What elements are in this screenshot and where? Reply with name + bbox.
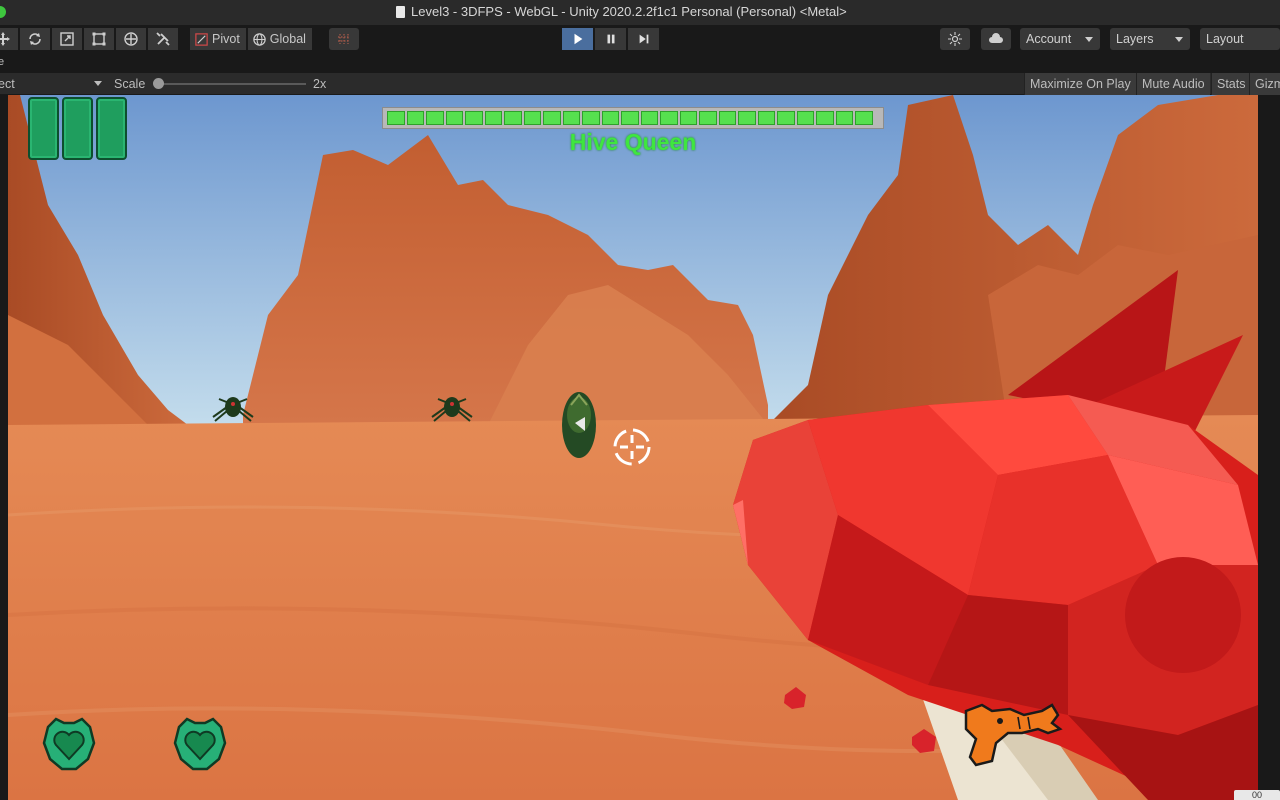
pivot-icon: [195, 32, 208, 46]
boss-health-segment: [504, 111, 522, 125]
tab-strip: e: [0, 53, 1280, 73]
boss-health-segment: [855, 111, 873, 125]
boss-health-segment: [796, 111, 814, 125]
boss-health-segment: [426, 111, 444, 125]
heart-shield-icon: [173, 717, 227, 771]
rotate-tool-button[interactable]: [20, 28, 50, 50]
chevron-down-icon: [1085, 37, 1093, 42]
boss-health-segment: [738, 111, 756, 125]
move-icon: [0, 32, 10, 46]
transform-tools: [0, 28, 178, 50]
custom-tool-button[interactable]: [148, 28, 178, 50]
boss-health-segment: [777, 111, 795, 125]
account-label: Account: [1026, 32, 1072, 46]
layout-label: Layout: [1206, 32, 1244, 46]
game-view-toolbar: ect Scale 2x Maximize On Play Mute Audio…: [0, 73, 1280, 95]
pause-button[interactable]: [595, 28, 626, 50]
boss-health-bar: [382, 107, 884, 129]
boss-health-segment: [406, 111, 424, 125]
corner-badge: 00: [1234, 790, 1280, 800]
boss-health-segment: [640, 111, 658, 125]
health-block: [28, 97, 59, 160]
boss-health-segment: [465, 111, 483, 125]
rect-icon: [92, 32, 106, 46]
game-viewport[interactable]: Hive Queen: [8, 95, 1258, 800]
boss-health-segment: [660, 111, 678, 125]
boss-health-segment: [562, 111, 580, 125]
boss-health-segment: [387, 111, 405, 125]
playmode-controls: [562, 28, 659, 50]
aspect-dropdown[interactable]: ect: [0, 77, 15, 91]
boss-health-segment: [757, 111, 775, 125]
scale-value: 2x: [313, 77, 327, 91]
mute-audio-toggle[interactable]: Mute Audio: [1136, 73, 1210, 95]
pivot-label: Pivot: [212, 32, 240, 46]
cloud-button[interactable]: [981, 28, 1011, 50]
grid-snap-button[interactable]: [329, 28, 359, 50]
step-button[interactable]: [628, 28, 659, 50]
pivot-button[interactable]: Pivot: [190, 28, 246, 50]
boss-health-segment: [699, 111, 717, 125]
layout-dropdown[interactable]: Layout: [1200, 28, 1280, 50]
layers-label: Layers: [1116, 32, 1154, 46]
scale-label: Scale: [114, 77, 146, 91]
play-icon: [574, 33, 582, 45]
tools-icon: [156, 32, 170, 46]
boss-health-segment: [582, 111, 600, 125]
scale-slider-track[interactable]: [158, 83, 306, 85]
document-icon: [396, 6, 405, 18]
boss-health-segment: [445, 111, 463, 125]
maximize-on-play-toggle[interactable]: Maximize On Play: [1024, 73, 1136, 95]
global-label: Global: [269, 32, 306, 46]
pivot-global-toggle: Pivot Global: [190, 28, 312, 50]
step-icon: [639, 34, 648, 44]
globe-icon: [253, 32, 266, 46]
scale-tool-button[interactable]: [52, 28, 82, 50]
game-scene: [8, 95, 1258, 800]
boss-health-segment: [679, 111, 697, 125]
collab-button[interactable]: [940, 28, 970, 50]
play-button[interactable]: [562, 28, 593, 50]
window-titlebar: Level3 - 3DFPS - WebGL - Unity 2020.2.2f…: [0, 0, 1280, 25]
window-zoom-button[interactable]: [0, 6, 6, 18]
pause-icon: [607, 34, 614, 44]
heart-shield-icon: [42, 717, 96, 771]
rect-tool-button[interactable]: [84, 28, 114, 50]
global-button[interactable]: Global: [247, 28, 312, 50]
boss-health-segment: [816, 111, 834, 125]
window-title: Level3 - 3DFPS - WebGL - Unity 2020.2.2f…: [411, 4, 847, 19]
game-tab-label[interactable]: e: [0, 56, 4, 68]
boss-health-segment: [601, 111, 619, 125]
boss-health-segment: [718, 111, 736, 125]
boss-name: Hive Queen: [569, 129, 697, 155]
grid-snap-icon: [338, 34, 350, 44]
sun-icon: [948, 32, 962, 46]
gizmos-toggle[interactable]: Gizm: [1249, 73, 1280, 95]
scale-slider-thumb[interactable]: [153, 78, 164, 89]
cloud-icon: [989, 33, 1003, 43]
hive-queen-enemy: [562, 392, 596, 458]
scale-icon: [60, 32, 74, 46]
orange-raygun-icon: [964, 703, 1063, 767]
boss-health-segment: [621, 111, 639, 125]
chevron-down-icon: [1175, 37, 1183, 42]
boss-health-segment: [835, 111, 853, 125]
layers-dropdown[interactable]: Layers: [1110, 28, 1190, 50]
move-tool-button[interactable]: [0, 28, 18, 50]
stats-toggle[interactable]: Stats: [1211, 73, 1251, 95]
boss-health-segment: [543, 111, 561, 125]
rotate-icon: [29, 33, 41, 45]
health-block: [62, 97, 93, 160]
main-toolbar: Pivot Global Account Layers Layout: [0, 25, 1280, 53]
boss-health-fill: [387, 111, 873, 125]
boss-health-segment: [484, 111, 502, 125]
account-dropdown[interactable]: Account: [1020, 28, 1100, 50]
health-block: [96, 97, 127, 160]
boss-health-segment: [523, 111, 541, 125]
chevron-down-icon: [94, 81, 102, 86]
transform-tool-button[interactable]: [116, 28, 146, 50]
transform-icon: [124, 32, 138, 46]
